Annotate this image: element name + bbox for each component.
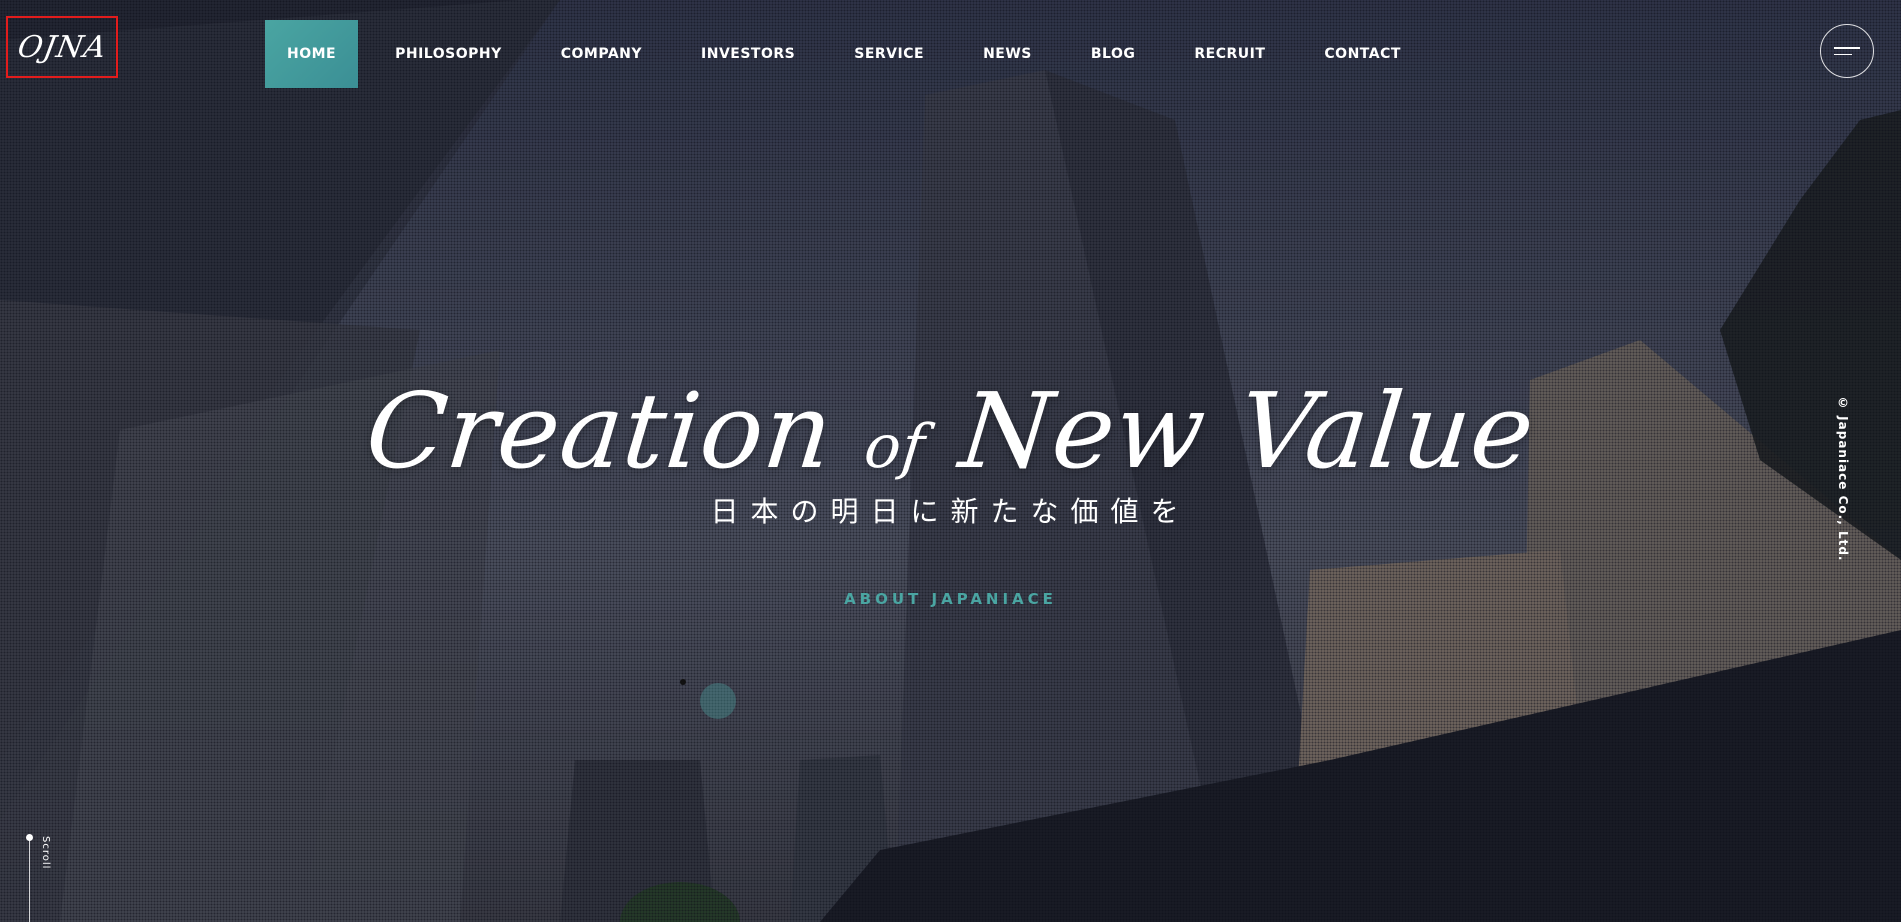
nav-item-home[interactable]: HOME (265, 20, 359, 88)
headline-word-of: of (861, 411, 929, 482)
mouse-cursor-dot (680, 679, 686, 685)
mouse-cursor-ring (700, 683, 736, 719)
scroll-indicator-line (29, 836, 30, 922)
about-link[interactable]: ABOUT JAPANIACE (0, 590, 1901, 608)
nav-item-service[interactable]: SERVICE (832, 20, 946, 88)
headline-word-new-value: New Value (954, 369, 1541, 492)
main-navigation: HOME PHILOSOPHY COMPANY INVESTORS SERVIC… (265, 20, 1438, 88)
nav-item-news[interactable]: NEWS (961, 20, 1054, 88)
nav-item-blog[interactable]: BLOG (1069, 20, 1158, 88)
nav-item-contact[interactable]: CONTACT (1302, 20, 1423, 88)
hero-subheading: 日本の明日に新たな価値を (710, 495, 1191, 528)
hamburger-menu-icon (1834, 47, 1860, 49)
nav-item-company[interactable]: COMPANY (539, 20, 664, 88)
copyright-text: © Japaniace Co., Ltd. (1836, 396, 1850, 562)
site-logo-link[interactable]: OJNA (6, 16, 118, 78)
headline-word-creation: Creation (360, 369, 839, 492)
scroll-label[interactable]: Scroll (40, 836, 51, 869)
hamburger-menu-icon-line (1834, 53, 1852, 55)
hero-headline: Creation of New Value (0, 370, 1901, 492)
nav-item-recruit[interactable]: RECRUIT (1172, 20, 1287, 88)
nav-item-investors[interactable]: INVESTORS (679, 20, 817, 88)
site-logo: OJNA (14, 29, 110, 65)
scroll-indicator-dot (26, 834, 33, 841)
menu-toggle-button[interactable] (1820, 24, 1874, 78)
hero-section: OJNA HOME PHILOSOPHY COMPANY INVESTORS S… (0, 0, 1901, 922)
nav-item-philosophy[interactable]: PHILOSOPHY (373, 20, 524, 88)
